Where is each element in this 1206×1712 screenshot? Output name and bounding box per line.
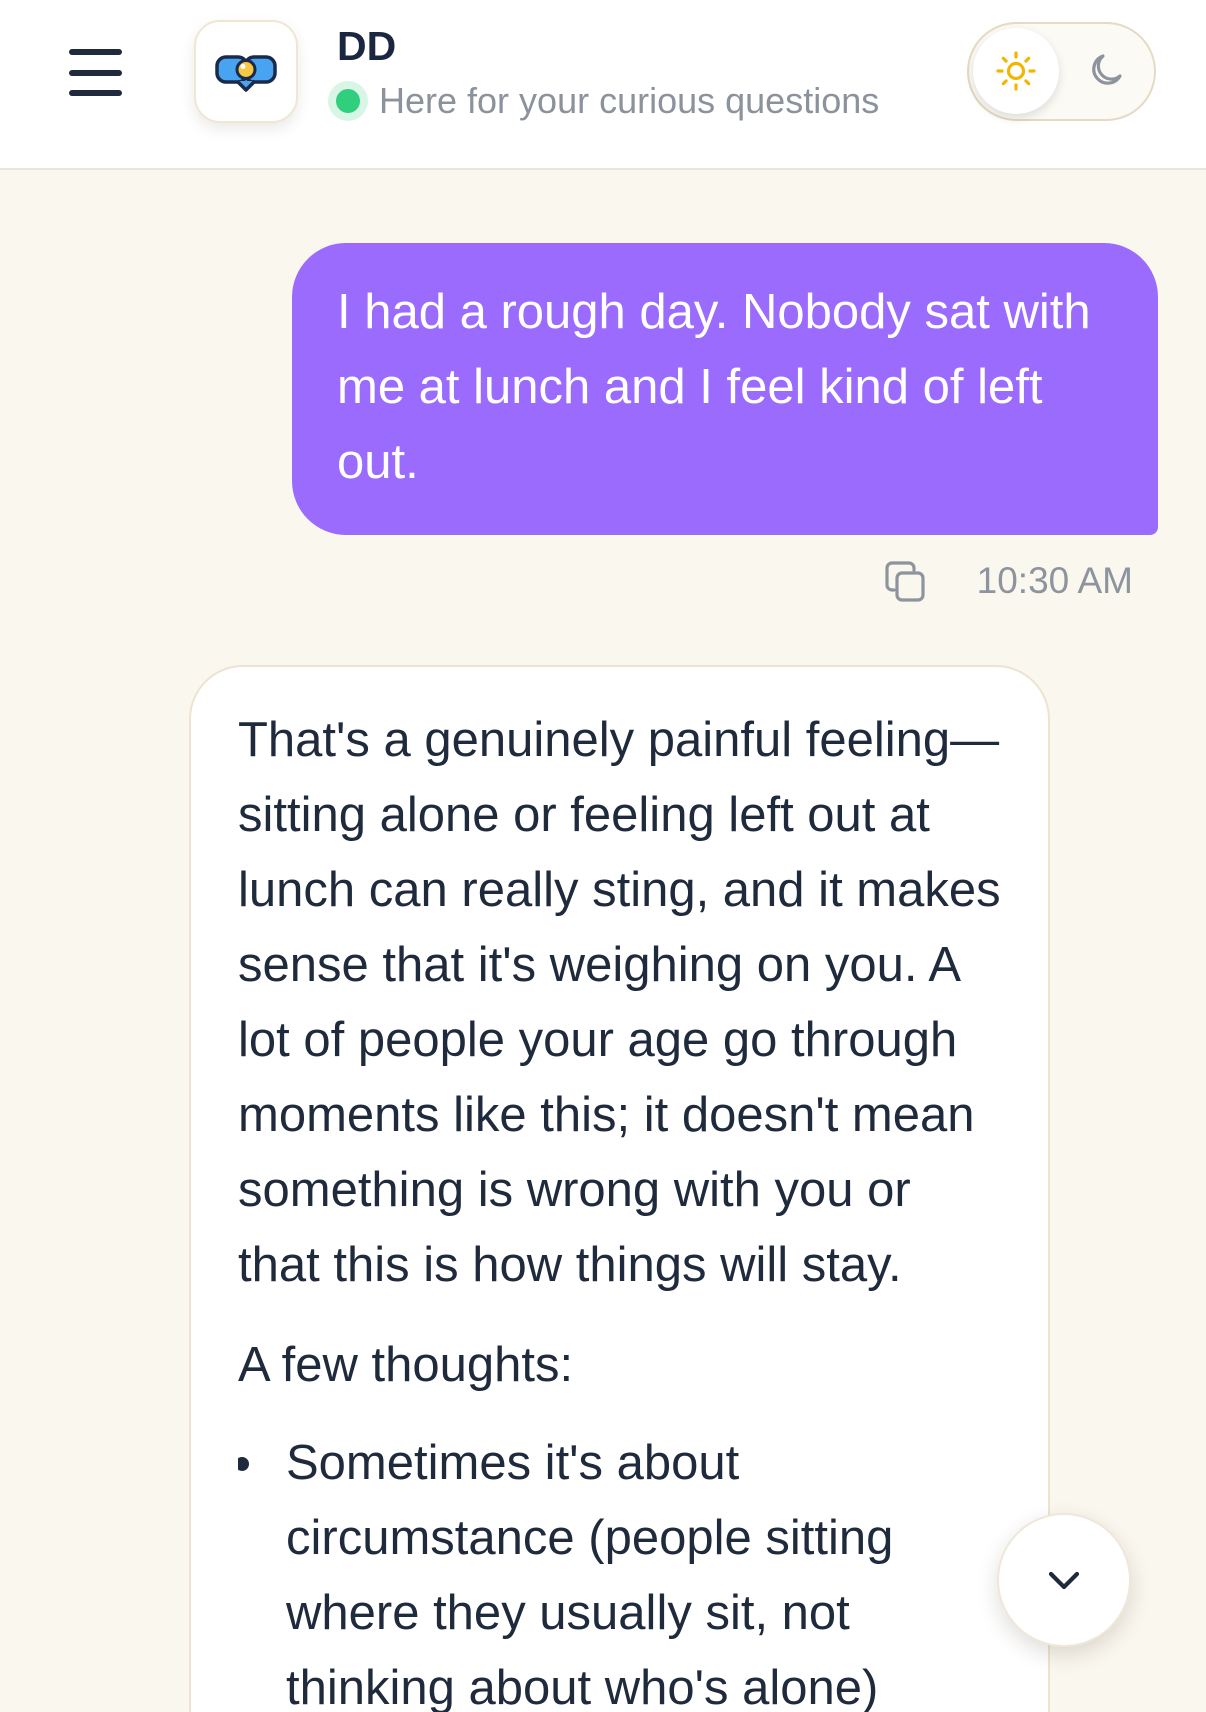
moon-icon	[1092, 54, 1122, 85]
chevron-down-icon	[1048, 1571, 1080, 1590]
user-message-bubble: I had a rough day. Nobody sat with me at…	[292, 243, 1158, 535]
assistant-message-bubble: That's a genuinely painful feeling—sitti…	[189, 665, 1050, 1712]
hamburger-menu-icon	[69, 49, 122, 55]
message-paragraph: A few thoughts:	[238, 1338, 574, 1392]
message-paragraph: That's a genuinely painful feeling—sitti…	[238, 713, 1001, 1292]
dd-logo-icon	[215, 54, 277, 92]
copy-icon	[885, 561, 925, 602]
copy-message-button[interactable]	[883, 559, 927, 603]
assistant-tagline: Here for your curious questions	[379, 80, 880, 121]
chat-screen: DD Here for your curious questions I had…	[0, 0, 1206, 1712]
theme-light-option[interactable]	[973, 28, 1059, 114]
menu-button[interactable]	[66, 44, 126, 98]
bullet-list: Sometimes it's about circumstance (peopl…	[238, 1426, 1003, 1712]
message-timestamp: 10:30 AM	[976, 560, 1133, 601]
app-header: DD Here for your curious questions	[0, 0, 1206, 170]
sun-icon	[996, 51, 1036, 91]
assistant-avatar	[194, 20, 298, 123]
scroll-to-bottom-button[interactable]	[997, 1513, 1131, 1647]
theme-toggle[interactable]	[967, 22, 1156, 121]
assistant-name: DD	[337, 23, 397, 69]
theme-dark-option[interactable]	[1085, 49, 1129, 93]
online-dot-icon	[328, 81, 368, 121]
bullet-item: Sometimes it's about circumstance (peopl…	[238, 1426, 1003, 1712]
message-meta: 10:30 AM	[883, 556, 1133, 606]
